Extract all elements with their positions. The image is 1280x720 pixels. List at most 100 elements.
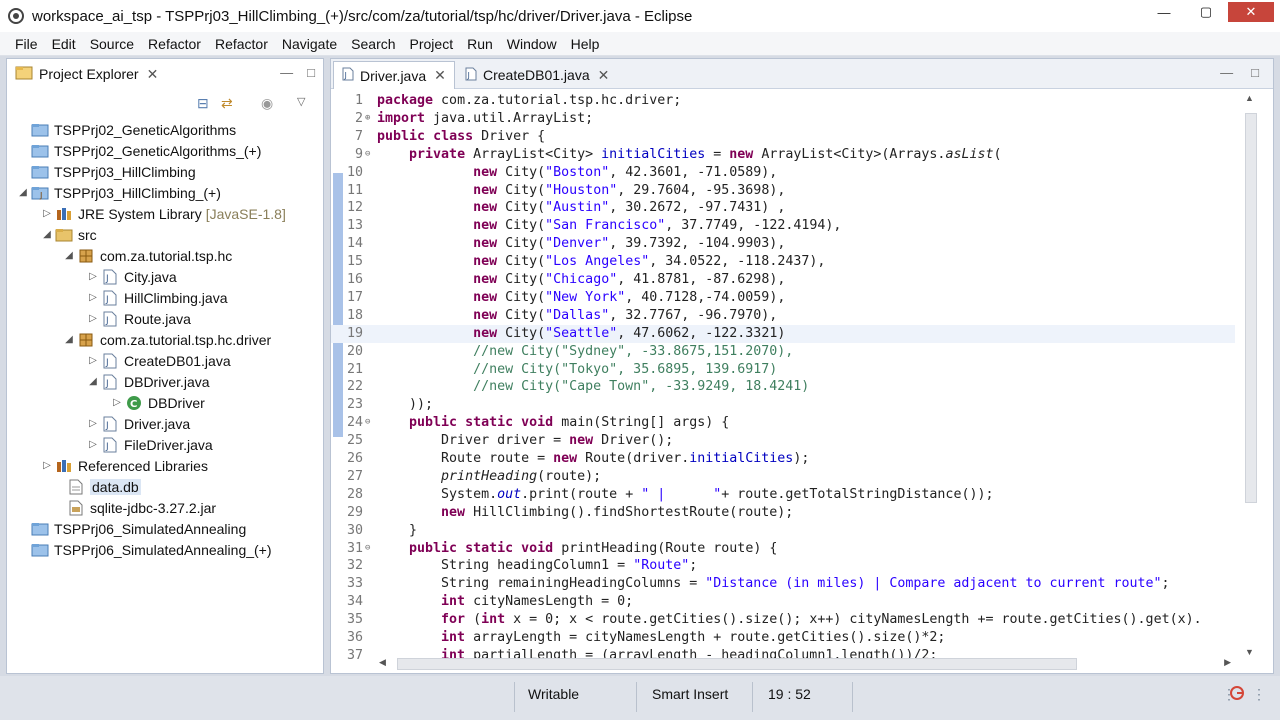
code-line[interactable]: 7 public class Driver { [331,128,1235,146]
expanded-arrow-icon[interactable]: ◢ [63,250,75,261]
tree-item[interactable]: ▷ J FileDriver.java [87,434,213,455]
tree-item[interactable]: ▷ J Driver.java [87,413,190,434]
code-line[interactable]: 35 for (int x = 0; x < route.getCities()… [331,611,1235,629]
code-line[interactable]: 25 Driver driver = new Driver(); [331,432,1235,450]
tree-item[interactable]: ▷ J CreateDB01.java [87,350,230,371]
fold-icon[interactable]: ⊕ [365,110,375,128]
fold-icon[interactable]: ⊖ [365,146,375,164]
tree-item[interactable]: ▷ JRE System Library [JavaSE-1.8] [41,203,286,224]
horizontal-scroll-thumb[interactable] [397,658,1077,670]
project-explorer-tab[interactable]: Project Explorer ✕ [7,59,166,89]
menu-file[interactable]: File [8,36,45,52]
tree-item[interactable]: ▷ J HillClimbing.java [87,287,227,308]
focus-icon[interactable]: ◉ [261,95,273,112]
collapse-all-icon[interactable]: ⊟ [197,95,209,112]
code-line[interactable]: 15 new City("Los Angeles", 34.0522, -118… [331,253,1235,271]
menu-refactor[interactable]: Refactor [141,36,208,52]
code-line[interactable]: 13 new City("San Francisco", 37.7749, -1… [331,217,1235,235]
code-line[interactable]: 33 String remainingHeadingColumns = "Dis… [331,575,1235,593]
close-tab-icon[interactable]: ✕ [434,67,446,84]
menu-source[interactable]: Source [83,36,141,52]
scroll-up-icon[interactable]: ▲ [1245,93,1254,103]
expanded-arrow-icon[interactable]: ◢ [63,334,75,345]
menu-project[interactable]: Project [403,36,461,52]
code-line[interactable]: 21 //new City("Tokyo", 35.6895, 139.6917… [331,361,1235,379]
code-line[interactable]: 16 new City("Chicago", 41.8781, -87.6298… [331,271,1235,289]
menu-navigate[interactable]: Navigate [275,36,344,52]
expanded-arrow-icon[interactable]: ◢ [41,229,53,240]
tree-item[interactable]: ▷ Referenced Libraries [41,455,208,476]
code-line[interactable]: 24 ⊖ public static void main(String[] arg… [331,414,1235,432]
code-line[interactable]: 28 System.out.print(route + " | "+ route… [331,486,1235,504]
code-line[interactable]: 32 String headingColumn1 = "Route"; [331,557,1235,575]
fold-icon[interactable]: ⊖ [365,540,375,558]
code-area[interactable]: 1 package com.za.tutorial.tsp.hc.driver; 2… [331,89,1235,659]
close-tab-icon[interactable]: ✕ [598,67,610,84]
close-button[interactable]: ✕ [1228,2,1274,22]
code-line[interactable]: 10 new City("Boston", 42.3601, -71.0589)… [331,164,1235,182]
maximize-view-icon[interactable]: □ [307,65,315,80]
code-line[interactable]: 34 int cityNamesLength = 0; [331,593,1235,611]
collapsed-arrow-icon[interactable]: ▷ [111,397,123,408]
menu-window[interactable]: Window [500,36,564,52]
code-line[interactable]: 19 new City("Seattle", 47.6062, -122.332… [331,324,1235,343]
collapsed-arrow-icon[interactable]: ▷ [87,271,99,282]
close-view-icon[interactable]: ✕ [147,66,159,83]
minimize-editor-icon[interactable]: — [1220,65,1233,80]
code-line[interactable]: 20 //new City("Sydney", -33.8675,151.207… [331,343,1235,361]
collapsed-arrow-icon[interactable]: ▷ [87,439,99,450]
expanded-arrow-icon[interactable]: ◢ [87,376,99,387]
vertical-scroll-thumb[interactable] [1245,113,1257,503]
horizontal-scrollbar[interactable]: ◀ ▶ [377,657,1235,671]
collapsed-arrow-icon[interactable]: ▷ [41,460,53,471]
code-line[interactable]: 18 new City("Dallas", 32.7767, -96.7970)… [331,307,1235,325]
collapsed-arrow-icon[interactable]: ▷ [87,292,99,303]
code-line[interactable]: 12 new City("Austin", 30.2672, -97.7431)… [331,199,1235,217]
code-line[interactable]: 2 ⊕ import java.util.ArrayList; [331,110,1235,128]
code-line[interactable]: 1 package com.za.tutorial.tsp.hc.driver; [331,92,1235,110]
tree-item[interactable]: ▷ C DBDriver [111,392,205,413]
link-with-editor-icon[interactable]: ⇄ [221,95,233,112]
tree-item-selected[interactable]: data.db [53,476,141,497]
collapsed-arrow-icon[interactable]: ▷ [87,313,99,324]
scroll-right-icon[interactable]: ▶ [1224,657,1231,668]
tree-item[interactable]: TSPPrj03_HillClimbing [17,161,196,182]
tab-driver-java[interactable]: J Driver.java ✕ [333,61,455,89]
tree-item[interactable]: ▷ J City.java [87,266,177,287]
scroll-left-icon[interactable]: ◀ [379,657,386,668]
code-line[interactable]: 17 new City("New York", 40.7128,-74.0059… [331,289,1235,307]
code-line[interactable]: 11 new City("Houston", 29.7604, -95.3698… [331,182,1235,200]
collapsed-arrow-icon[interactable]: ▷ [87,418,99,429]
view-menu-icon[interactable]: ▽ [297,95,305,108]
tree-item[interactable]: TSPPrj02_GeneticAlgorithms_(+) [17,140,261,161]
vertical-scrollbar[interactable]: ▲ ▼ [1243,93,1259,657]
code-line[interactable]: 26 Route route = new Route(driver.initia… [331,450,1235,468]
code-line[interactable]: 9 ⊖ private ArrayList<City> initialCities… [331,146,1235,164]
tree-item[interactable]: ◢ src [41,224,97,245]
tree-item[interactable]: TSPPrj02_GeneticAlgorithms [17,119,236,140]
menu-refactor-2[interactable]: Refactor [208,36,275,52]
tree-item[interactable]: ◢ J DBDriver.java [87,371,209,392]
expanded-arrow-icon[interactable]: ◢ [17,187,29,198]
menu-search[interactable]: Search [344,36,402,52]
google-icon[interactable] [1230,686,1244,703]
scroll-down-icon[interactable]: ▼ [1245,647,1254,657]
collapsed-arrow-icon[interactable]: ▷ [87,355,99,366]
menu-edit[interactable]: Edit [45,36,83,52]
fold-icon[interactable]: ⊖ [365,414,375,432]
tab-createdb01-java[interactable]: J CreateDB01.java ✕ [457,61,617,89]
code-line[interactable]: 23 )); [331,396,1235,414]
code-line[interactable]: 30 } [331,522,1235,540]
code-line[interactable]: 31 ⊖ public static void printHeading(Rout… [331,540,1235,558]
minimize-button[interactable]: — [1144,2,1184,22]
minimize-view-icon[interactable]: — [280,65,293,80]
code-line[interactable]: 29 new HillClimbing().findShortestRoute(… [331,504,1235,522]
tree-item[interactable]: sqlite-jdbc-3.27.2.jar [53,497,216,518]
tree-item[interactable]: ◢ J TSPPrj03_HillClimbing_(+) [17,182,221,203]
menu-help[interactable]: Help [564,36,607,52]
tree-item[interactable]: TSPPrj06_SimulatedAnnealing [17,518,246,539]
tree-item[interactable]: ◢ com.za.tutorial.tsp.hc.driver [63,329,271,350]
tree-item[interactable]: ▷ J Route.java [87,308,191,329]
collapsed-arrow-icon[interactable]: ▷ [41,208,53,219]
code-line[interactable]: 22 //new City("Cape Town", -33.9249, 18.… [331,378,1235,396]
